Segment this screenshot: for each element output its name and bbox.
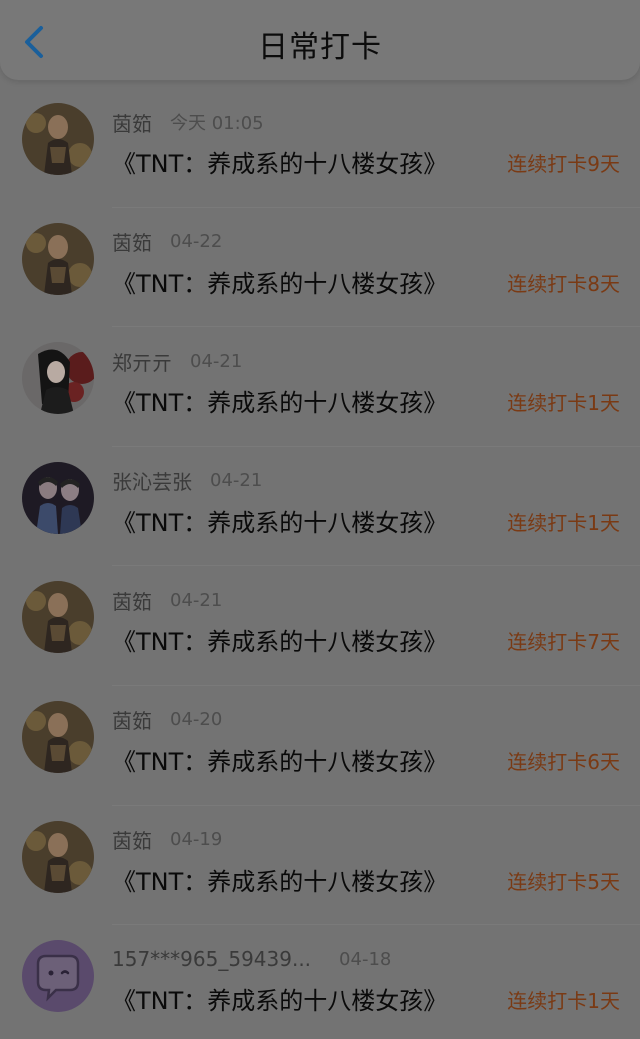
page-title: 日常打卡	[258, 30, 382, 65]
list-item[interactable]: 郑亓亓 04-21 《TNT：养成系的十八楼女孩》 连续打卡1天	[0, 327, 640, 447]
timestamp: 04-21	[210, 470, 263, 492]
avatar[interactable]	[22, 222, 94, 295]
timestamp: 04-19	[170, 829, 223, 851]
book-title[interactable]: 《TNT：养成系的十八楼女孩》	[112, 742, 447, 777]
avatar[interactable]	[22, 461, 94, 534]
streak-label: 连续打卡1天	[507, 391, 620, 416]
list-item[interactable]: 茵筎 04-19 《TNT：养成系的十八楼女孩》 连续打卡5天	[0, 806, 640, 926]
username[interactable]: 157***965_59439...	[112, 947, 311, 971]
username[interactable]: 茵筎	[112, 108, 152, 137]
book-title[interactable]: 《TNT：养成系的十八楼女孩》	[112, 383, 447, 418]
avatar[interactable]	[22, 342, 94, 415]
user-line: 茵筎 04-21	[112, 586, 222, 614]
list-item[interactable]: 张沁芸张 04-21 《TNT：养成系的十八楼女孩》 连续打卡1天	[0, 447, 640, 567]
timestamp: 今天 01:05	[170, 113, 264, 134]
user-line: 张沁芸张 04-21	[112, 467, 262, 495]
list-item[interactable]: 茵筎 04-20 《TNT：养成系的十八楼女孩》 连续打卡6天	[0, 686, 640, 806]
book-title[interactable]: 《TNT：养成系的十八楼女孩》	[112, 503, 447, 538]
list-item[interactable]: 茵筎 04-22 《TNT：养成系的十八楼女孩》 连续打卡8天	[0, 208, 640, 328]
book-title[interactable]: 《TNT：养成系的十八楼女孩》	[112, 862, 447, 897]
user-line: 茵筎 04-22	[112, 228, 222, 256]
user-line: 茵筎 04-20	[112, 706, 222, 734]
timestamp: 04-18	[339, 948, 392, 970]
streak-label: 连续打卡9天	[507, 152, 620, 176]
book-title[interactable]: 《TNT：养成系的十八楼女孩》	[112, 981, 447, 1016]
streak-label: 连续打卡1天	[507, 989, 620, 1014]
timestamp: 04-20	[170, 709, 223, 731]
streak-label: 连续打卡5天	[507, 869, 620, 894]
avatar[interactable]	[22, 103, 94, 175]
timestamp: 04-22	[170, 231, 223, 253]
checkin-screen: 日常打卡 茵筎 今天 01:05 《TNT：养成系的十八楼女孩》 连续打卡9天	[0, 0, 640, 1039]
user-line: 茵筎 今天 01:05	[112, 108, 264, 136]
book-title[interactable]: 《TNT：养成系的十八楼女孩》	[112, 144, 447, 179]
username[interactable]: 张沁芸张	[112, 466, 192, 495]
avatar[interactable]	[22, 940, 94, 1013]
username[interactable]: 茵筎	[112, 586, 152, 615]
book-title[interactable]: 《TNT：养成系的十八楼女孩》	[112, 264, 447, 299]
avatar[interactable]	[22, 700, 94, 773]
checkin-list: 茵筎 今天 01:05 《TNT：养成系的十八楼女孩》 连续打卡9天 茵筎 04…	[0, 88, 640, 1039]
streak-label: 连续打卡1天	[507, 510, 620, 535]
username[interactable]: 茵筎	[112, 705, 152, 734]
list-item[interactable]: 157***965_59439... 04-18 《TNT：养成系的十八楼女孩》…	[0, 925, 640, 1039]
avatar[interactable]	[22, 581, 94, 654]
book-title[interactable]: 《TNT：养成系的十八楼女孩》	[112, 622, 447, 657]
user-line: 郑亓亓 04-21	[112, 347, 242, 375]
timestamp: 04-21	[190, 350, 243, 372]
username[interactable]: 郑亓亓	[112, 347, 172, 376]
streak-label: 连续打卡8天	[507, 271, 620, 296]
username[interactable]: 茵筎	[112, 825, 152, 854]
username[interactable]: 茵筎	[112, 227, 152, 256]
streak-label: 连续打卡7天	[507, 630, 620, 655]
avatar[interactable]	[22, 820, 94, 893]
user-line: 157***965_59439... 04-18	[112, 945, 391, 973]
user-line: 茵筎 04-19	[112, 826, 222, 854]
list-item[interactable]: 茵筎 今天 01:05 《TNT：养成系的十八楼女孩》 连续打卡9天	[0, 88, 640, 208]
timestamp: 04-21	[170, 589, 223, 611]
streak-label: 连续打卡6天	[507, 749, 620, 774]
list-item[interactable]: 茵筎 04-21 《TNT：养成系的十八楼女孩》 连续打卡7天	[0, 566, 640, 686]
top-bar: 日常打卡	[0, 0, 640, 80]
